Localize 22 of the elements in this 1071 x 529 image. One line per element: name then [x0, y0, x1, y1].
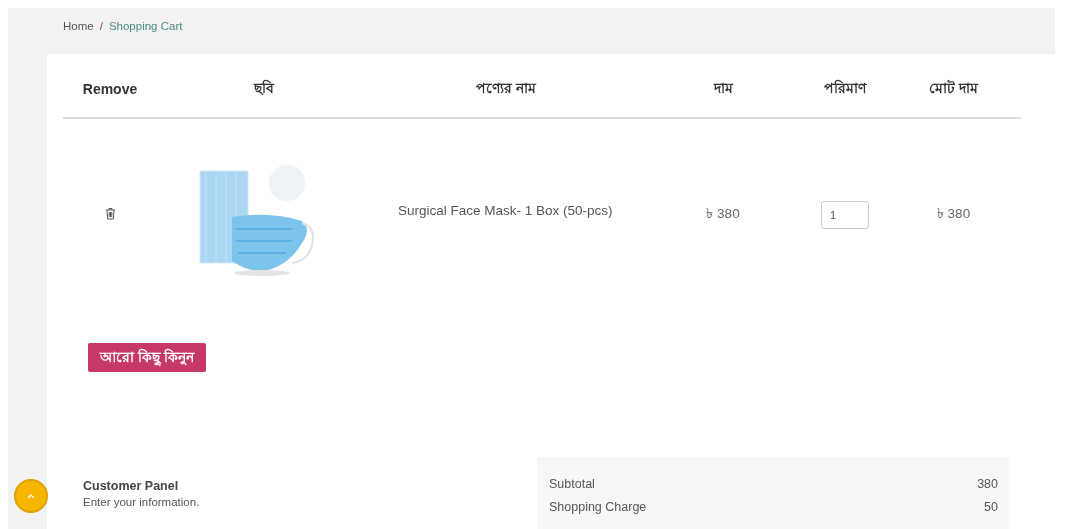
breadcrumb-separator: / [99, 20, 103, 34]
breadcrumb-link[interactable]: Shopping Cart [108, 20, 183, 42]
trash-icon[interactable] [105, 206, 116, 220]
breadcrumb-link[interactable]: Home [63, 20, 94, 42]
summary-value: 380 [977, 477, 998, 493]
column-header: পণ্যের নাম [370, 54, 642, 118]
continue-shopping-button[interactable]: আরো কিছু কিনুন [88, 343, 206, 372]
panel-title: Customer Panel [83, 479, 180, 493]
summary-value: 50 [984, 500, 998, 516]
price-text: ৳ 380 [642, 118, 804, 310]
column-header: দাম [642, 54, 804, 118]
column-header: মোট দাম [886, 54, 1021, 118]
summary-label: Subtotal [549, 477, 595, 493]
column-header: ছবি [158, 54, 370, 118]
column-header: পরিমাণ [804, 54, 886, 118]
chevron-up-icon [27, 493, 35, 499]
summary-label: Shopping Charge [549, 500, 647, 516]
panel-subtitle: Enter your information. [83, 496, 200, 508]
total-text: ৳ 380 [886, 118, 1021, 310]
product-name: Surgical Face Mask- 1 Box (50-pcs) [370, 118, 642, 310]
quantity-field[interactable]: 1 [821, 200, 869, 229]
column-header: Remove [63, 54, 158, 118]
